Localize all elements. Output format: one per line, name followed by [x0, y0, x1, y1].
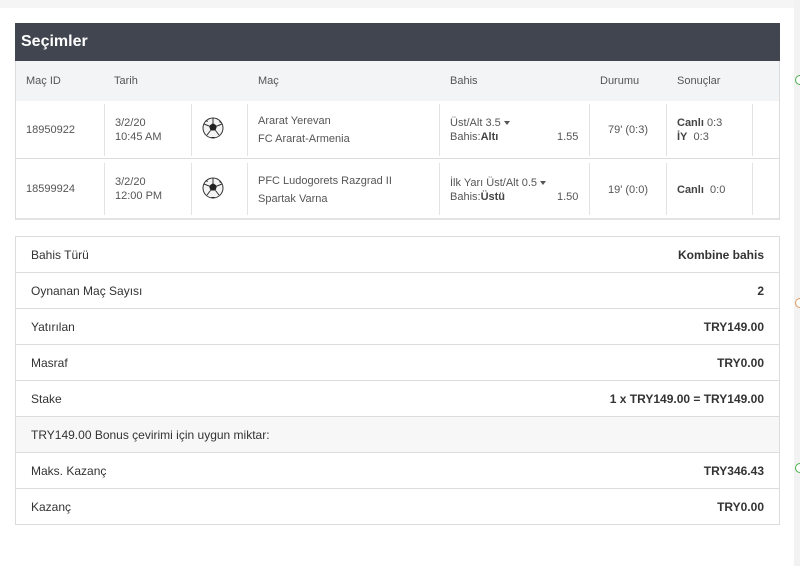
win-value: TRY0.00 [717, 500, 764, 514]
pick-value: Üstü [480, 191, 506, 203]
summary-row-max-win: Maks. Kazanç TRY346.43 [16, 453, 779, 489]
bet-summary: Bahis Türü Kombine bahis Oynanan Maç Say… [15, 236, 780, 525]
soccer-ball-icon [202, 177, 224, 199]
odds: 1.50 [557, 191, 579, 203]
col-status: Durumu [600, 75, 640, 87]
home-team: Ararat Yerevan [258, 115, 331, 127]
match-date: 3/2/20 [115, 176, 146, 188]
summary-row-win: Kazanç TRY0.00 [16, 489, 779, 525]
caret-down-icon [503, 121, 510, 125]
summary-row-match-count: Oynanan Maç Sayısı 2 [16, 273, 779, 309]
home-team: PFC Ludogorets Razgrad II [258, 175, 392, 187]
market-dropdown[interactable]: İlk Yarı Üst/Alt 0.5 [450, 176, 547, 190]
match-id: 18950922 [26, 124, 75, 136]
col-date: Tarih [114, 75, 138, 87]
pick: Bahis:Altı [450, 130, 498, 144]
match-date: 3/2/20 [115, 117, 146, 129]
match-status: 19' (0:0) [608, 184, 649, 196]
result-halftime: İY 0:3 [677, 130, 709, 144]
selections-table: Maç ID Tarih Maç Bahis Durumu Sonuçlar 1… [15, 61, 780, 220]
bet-type-label: Bahis Türü [31, 248, 89, 262]
caret-down-icon [540, 181, 547, 185]
divider [191, 163, 192, 215]
result-live: Canlı 0:3 [677, 116, 722, 130]
max-win-label: Maks. Kazanç [31, 464, 107, 478]
stake-label: Stake [31, 392, 62, 406]
result-live: Canlı 0:0 [677, 183, 725, 197]
market-dropdown[interactable]: Üst/Alt 3.5 [450, 116, 510, 130]
divider [439, 104, 440, 156]
summary-row-fee: Masraf TRY0.00 [16, 345, 779, 381]
bonus-note: TRY149.00 Bonus çevirimi için uygun mikt… [31, 428, 270, 442]
divider [104, 163, 105, 215]
summary-row-stake: Stake 1 x TRY149.00 = TRY149.00 [16, 381, 779, 417]
stake-value: 1 x TRY149.00 = TRY149.00 [609, 392, 764, 406]
right-scroll-edge [794, 0, 800, 566]
match-time: 12:00 PM [115, 190, 163, 202]
win-label: Kazanç [31, 500, 72, 514]
table-bottom-border [16, 218, 779, 220]
max-win-value: TRY346.43 [703, 464, 764, 478]
divider [666, 104, 667, 156]
soccer-ball-icon [202, 117, 224, 139]
result-live-label: Canlı [677, 117, 704, 129]
match-count-label: Oynanan Maç Sayısı [31, 284, 143, 298]
side-indicator-green-2 [795, 463, 800, 473]
pick-label: Bahis: [450, 191, 481, 203]
market-label: Üst/Alt 3.5 [450, 117, 501, 129]
fee-value: TRY0.00 [717, 356, 764, 370]
divider [247, 163, 248, 215]
divider [752, 104, 753, 156]
divider [191, 104, 192, 156]
top-band [0, 0, 800, 8]
side-indicator-green [795, 75, 800, 85]
match-time: 10:45 AM [115, 131, 162, 143]
divider [752, 163, 753, 215]
pick-value: Altı [480, 131, 499, 143]
match-count-value: 2 [757, 284, 764, 298]
match-id: 18599924 [26, 183, 75, 195]
table-header: Maç ID Tarih Maç Bahis Durumu Sonuçlar [16, 61, 779, 101]
match-status: 79' (0:3) [608, 124, 649, 136]
col-match: Maç [258, 75, 279, 87]
away-team: Spartak Varna [258, 193, 328, 205]
divider [104, 104, 105, 156]
divider [589, 163, 590, 215]
summary-row-bet-type: Bahis Türü Kombine bahis [16, 237, 779, 273]
pick-label: Bahis: [450, 131, 481, 143]
fee-label: Masraf [31, 356, 68, 370]
result-live-value: 0:3 [706, 117, 723, 129]
divider [589, 104, 590, 156]
result-halftime-value: 0:3 [693, 131, 709, 143]
deposited-value: TRY149.00 [703, 320, 764, 334]
table-row: 18599924 3/2/20 12:00 PM PFC Ludogorets … [16, 160, 779, 218]
divider [666, 163, 667, 215]
away-team: FC Ararat-Armenia [258, 133, 350, 145]
divider [247, 104, 248, 156]
selections-title: Seçimler [15, 23, 780, 61]
bet-type-value: Kombine bahis [677, 248, 764, 262]
result-live-label: Canlı [677, 184, 704, 196]
market-label: İlk Yarı Üst/Alt 0.5 [450, 177, 538, 189]
result-halftime-label: İY [677, 131, 688, 143]
odds: 1.55 [557, 131, 579, 143]
pick: Bahis:Üstü [450, 190, 505, 204]
col-results: Sonuçlar [677, 75, 721, 87]
divider [439, 163, 440, 215]
col-match-id: Maç ID [26, 75, 61, 87]
summary-row-deposited: Yatırılan TRY149.00 [16, 309, 779, 345]
table-row: 18950922 3/2/20 10:45 AM Ararat Yerevan … [16, 101, 779, 159]
side-indicator-orange [795, 298, 800, 308]
deposited-label: Yatırılan [31, 320, 75, 334]
col-bet: Bahis [450, 75, 478, 87]
summary-row-bonus-note: TRY149.00 Bonus çevirimi için uygun mikt… [16, 417, 779, 453]
result-live-value: 0:0 [710, 184, 726, 196]
